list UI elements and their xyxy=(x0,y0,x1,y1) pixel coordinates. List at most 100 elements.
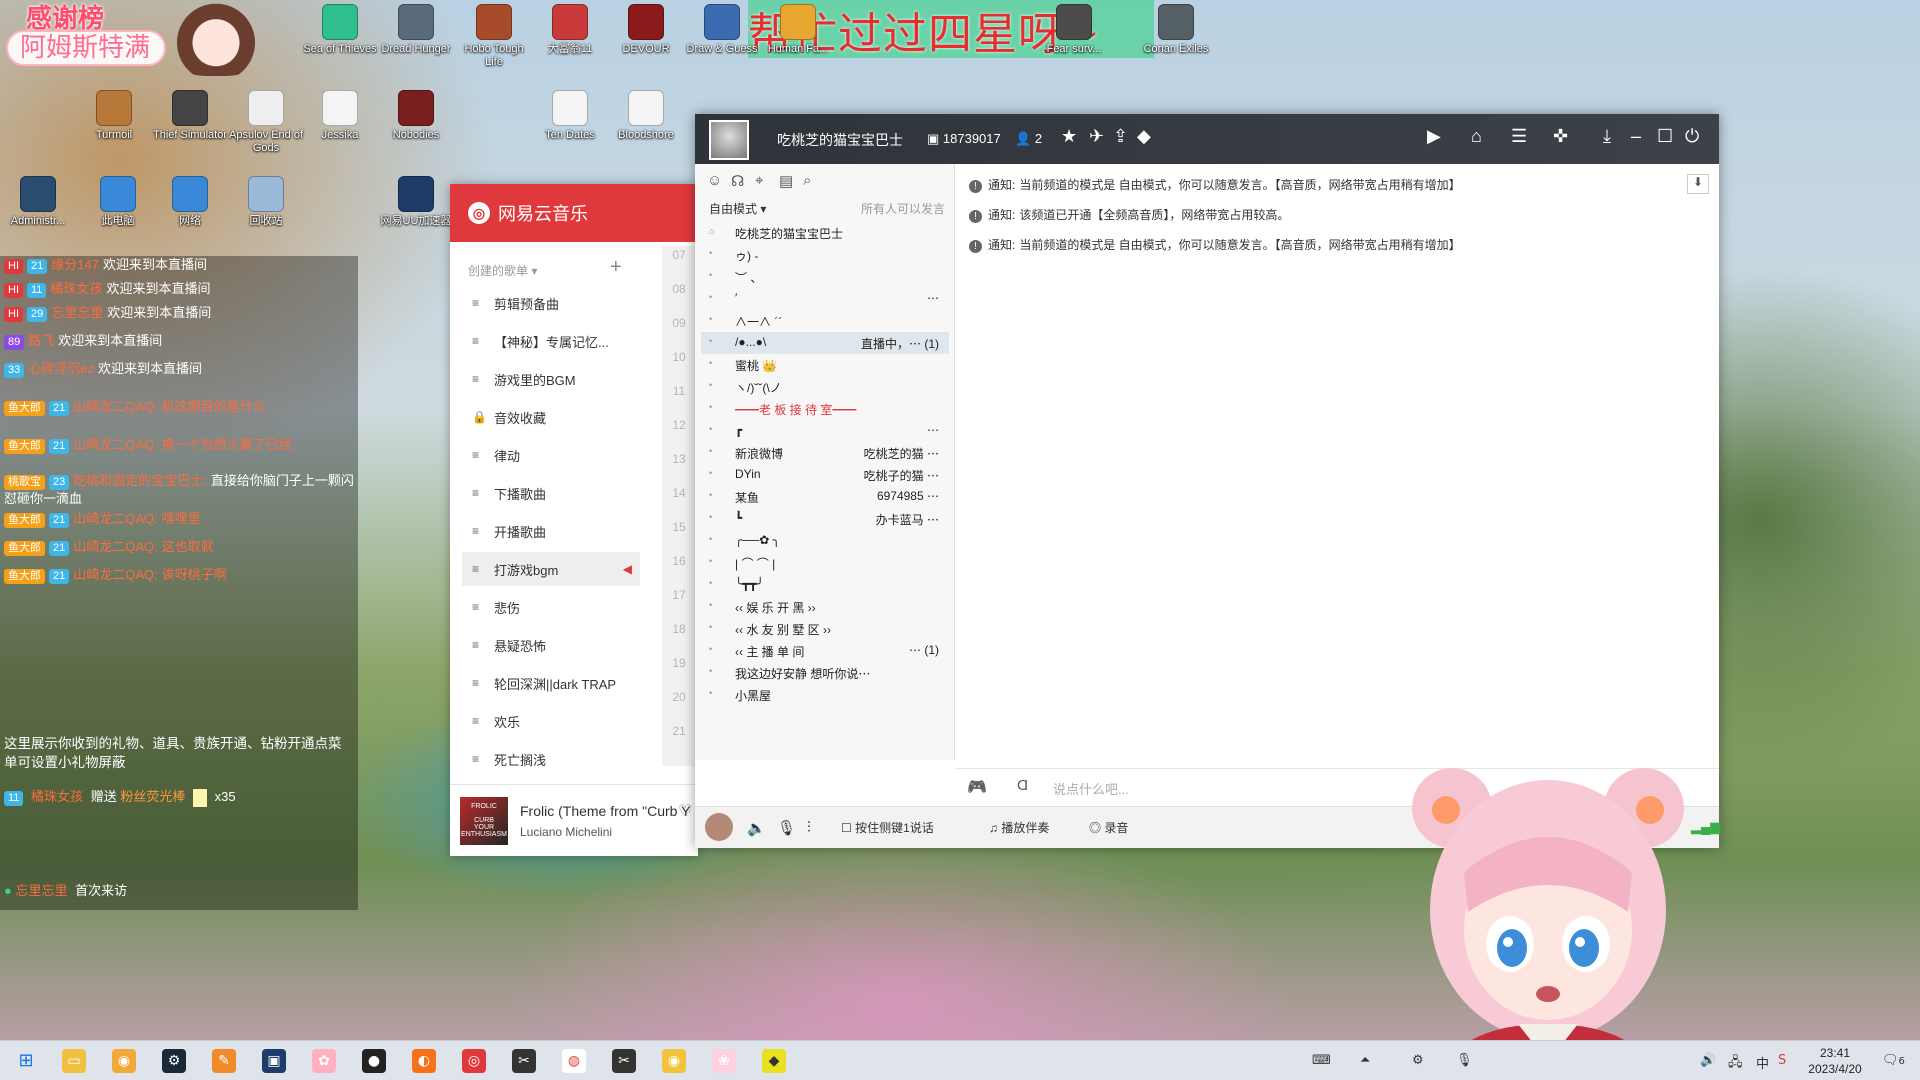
playlist-item[interactable]: 🔒 音效收藏 xyxy=(462,400,640,434)
taskbar-clock[interactable]: 23:41 2023/4/20 xyxy=(1800,1045,1870,1077)
playlist-section-title[interactable]: 创建的歌单 ▾ xyxy=(468,262,537,279)
playlist-item[interactable]: ≡ 【神秘】专属记忆... xyxy=(462,324,640,358)
netease-music-taskbar-icon[interactable]: ◎ xyxy=(462,1049,486,1073)
gamepad-icon[interactable]: ✜ xyxy=(1553,126,1568,147)
home-icon[interactable]: ⌂ xyxy=(1471,126,1482,147)
mic-icon[interactable]: 🎙 xyxy=(777,819,796,837)
desktop-icon[interactable]: DEVOUR xyxy=(608,4,684,56)
desktop-icon[interactable]: Dread Hunger xyxy=(378,4,454,56)
app-icon-orange[interactable]: ✎ xyxy=(212,1049,236,1073)
steam-tray-icon[interactable]: ⚙ xyxy=(1412,1053,1424,1068)
steam-icon[interactable]: ⚙ xyxy=(162,1049,186,1073)
channel-item[interactable]: • ╰┳┳╯ xyxy=(701,574,949,596)
desktop-icon[interactable]: Conan Exiles xyxy=(1138,4,1214,56)
channel-item[interactable]: • ゥ) - xyxy=(701,244,949,266)
minimize-icon[interactable]: – xyxy=(1631,126,1641,147)
keyboard-icon[interactable]: ⌨ xyxy=(1312,1053,1331,1068)
location-icon[interactable]: ⌖ xyxy=(755,172,763,189)
chrome-icon[interactable]: ◍ xyxy=(562,1049,586,1073)
accompany-button[interactable]: ♫ 播放伴奏 xyxy=(989,819,1049,836)
app-icon-blue[interactable]: ▣ xyxy=(262,1049,286,1073)
desktop-icon[interactable]: 网络 xyxy=(152,176,228,228)
plane-icon[interactable]: ✈ xyxy=(1089,126,1104,147)
chat-input[interactable]: 说点什么吧... xyxy=(1053,779,1129,798)
channel-item[interactable]: • 小黑屋 xyxy=(701,684,949,706)
ime-icon[interactable]: 中 xyxy=(1756,1053,1769,1072)
playlist-item[interactable]: ≡ 悬疑恐怖 xyxy=(462,628,640,662)
search-icon[interactable]: ⌕ xyxy=(803,172,811,189)
desktop-icon[interactable]: Hobo Tough Life xyxy=(456,4,532,69)
app-icon-flame[interactable]: ◐ xyxy=(412,1049,436,1073)
windows-start-icon[interactable]: ⊞ xyxy=(14,1049,38,1073)
channel-item[interactable]: • ‹‹ 水 友 别 墅 区 ›› xyxy=(701,618,949,640)
channel-item[interactable]: • 我这边好安静 想听你说⋯ xyxy=(701,662,949,684)
self-avatar[interactable] xyxy=(705,813,733,841)
channel-item[interactable]: ⌂ 吃桃芝的猫宝宝巴士 xyxy=(701,222,949,244)
channel-avatar[interactable] xyxy=(709,120,749,160)
mic-tray-icon[interactable]: 🎙 xyxy=(1456,1053,1473,1068)
app-icon-pink[interactable]: ✿ xyxy=(312,1049,336,1073)
add-playlist-icon[interactable]: + xyxy=(610,256,622,279)
app-icon-owl-2[interactable]: ◉ xyxy=(662,1049,686,1073)
playlist-item[interactable]: ≡ 开播歌曲 xyxy=(462,514,640,548)
now-playing-artist[interactable]: Luciano Michelini xyxy=(520,825,612,839)
channel-item[interactable]: • 某鱼 6974985 ⋯ xyxy=(701,486,949,508)
desktop-icon[interactable]: 网易UU加速器 xyxy=(378,176,454,228)
channel-item[interactable]: • 蜜桃 👑 xyxy=(701,354,949,376)
playlist-item[interactable]: ≡ 轮回深渊||dark TRAP xyxy=(462,666,640,700)
desktop-icon[interactable]: 此电脑 xyxy=(80,176,156,228)
like-heart-icon[interactable]: ♡ xyxy=(678,801,692,821)
playlist-item[interactable]: ≡ 欢乐 xyxy=(462,704,640,738)
app-icon-flower[interactable]: ❀ xyxy=(712,1049,736,1073)
sogou-icon[interactable]: S xyxy=(1778,1053,1786,1068)
translate-icon[interactable]: Ɑ xyxy=(1017,777,1028,794)
channel-item[interactable]: • ‹‹ 主 播 单 间 ⋯ (1) xyxy=(701,640,949,662)
channel-item[interactable]: • ′ ⋯ xyxy=(701,288,949,310)
volume-icon[interactable]: 🔊 xyxy=(1700,1053,1716,1068)
person-icon[interactable]: ☺ xyxy=(707,172,722,189)
netease-music-window[interactable]: ◎ 网易云音乐 创建的歌单 ▾ + ≡ 剪辑预备曲 ≡ 【神秘】专属记忆... ≡ 游戏里… xyxy=(450,184,698,856)
playlist-item[interactable]: ≡ 打游戏bgm ◀ xyxy=(462,552,640,586)
channel-item[interactable]: • ∧一∧ ´´ xyxy=(701,310,949,332)
desktop-icon[interactable]: Draw & Guess xyxy=(684,4,760,56)
channel-item[interactable]: • ︶ 、 xyxy=(701,266,949,288)
download-icon[interactable]: ⤓ xyxy=(1603,126,1611,147)
channel-item[interactable]: • ヽ/)˘˘(\ノ xyxy=(701,376,949,398)
gamepad-emote-icon[interactable]: 🎮 xyxy=(967,777,987,797)
power-icon[interactable]: ⏻ xyxy=(1685,126,1699,147)
maximize-icon[interactable]: ☐ xyxy=(1657,126,1673,147)
app-icon-owl[interactable]: ◉ xyxy=(112,1049,136,1073)
desktop-icon[interactable]: 大富翁11 xyxy=(532,4,608,56)
app-icon-capcut[interactable]: ✂ xyxy=(512,1049,536,1073)
playlist-item[interactable]: ≡ 游戏里的BGM xyxy=(462,362,640,396)
network-icon[interactable]: 🖧 xyxy=(1728,1053,1743,1075)
share-icon[interactable]: ⇪ xyxy=(1113,126,1128,147)
desktop-icon[interactable]: Bloodshore xyxy=(608,90,684,142)
desktop-icon[interactable]: 回收站 xyxy=(228,176,304,228)
playlist-item[interactable]: ≡ 悲伤 xyxy=(462,590,640,624)
channel-item[interactable]: • ╭──✿ ╮ xyxy=(701,530,949,552)
playlist-item[interactable]: ≡ 死亡搁浅 xyxy=(462,742,640,776)
mode-select[interactable]: 自由模式 ▾ xyxy=(709,200,766,217)
headset-icon[interactable]: ☊ xyxy=(731,172,744,190)
channel-item[interactable]: • ━━老 板 接 待 室━━ xyxy=(701,398,949,420)
channel-item[interactable]: • 新浪微博 吃桃芝的猫 ⋯ xyxy=(701,442,949,464)
scroll-down-button[interactable]: ⬇ xyxy=(1687,174,1709,194)
playlist-item[interactable]: ≡ 剪辑预备曲 xyxy=(462,286,640,320)
desktop-icon[interactable]: Jessika xyxy=(302,90,378,142)
record-button[interactable]: ◎ 录音 xyxy=(1089,819,1128,836)
app-icon-capcut-2[interactable]: ✂ xyxy=(612,1049,636,1073)
channel-item[interactable]: • ┗ 办卡蓝马 ⋯ xyxy=(701,508,949,530)
playlist-item[interactable]: ≡ 律动 xyxy=(462,438,640,472)
desktop-icon[interactable]: Apsulov End of Gods xyxy=(228,90,304,155)
notification-icon[interactable]: 🗨6 xyxy=(1882,1053,1905,1068)
star-icon[interactable]: ★ xyxy=(1061,126,1077,147)
tray-expand-icon[interactable]: ⏶ xyxy=(1360,1053,1370,1068)
channel-item[interactable]: • /●...●\ 直播中，⋯ (1) xyxy=(701,332,949,354)
board-icon[interactable]: ▤ xyxy=(779,172,793,190)
desktop-icon[interactable]: Fear surv... xyxy=(1036,4,1112,56)
desktop-icon[interactable]: Sea of Thieves xyxy=(302,4,378,56)
now-playing-song[interactable]: Frolic (Theme from "Curb Your Enthusiasm… xyxy=(520,803,690,819)
desktop-icon[interactable]: Administr... xyxy=(0,176,76,228)
desktop-icon[interactable]: Ten Dates xyxy=(532,90,608,142)
